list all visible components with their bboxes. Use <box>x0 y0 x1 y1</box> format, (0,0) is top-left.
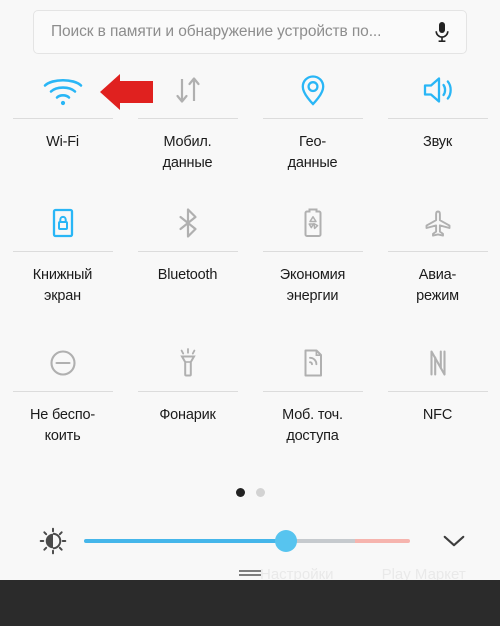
home-label-play-market: Play Маркет <box>381 566 466 580</box>
search-bar[interactable]: Поиск в памяти и обнаружение устройств п… <box>33 10 467 54</box>
drag-handle-bar <box>239 574 261 576</box>
page-indicator <box>0 488 500 497</box>
tile-label: Книжный экран <box>32 267 93 304</box>
tile-sound[interactable]: Звук <box>375 62 500 195</box>
location-pin-icon[interactable] <box>289 62 337 118</box>
tile-divider <box>12 118 113 119</box>
tile-label: Авиа- режим <box>416 267 459 304</box>
quick-settings-panel: Поиск в памяти и обнаружение устройств п… <box>0 0 500 580</box>
quick-settings-grid: Wi-Fi Мобил. данные Гео- данные Звук Кни… <box>0 62 500 475</box>
tile-divider <box>387 251 488 252</box>
tile-divider <box>262 391 363 392</box>
airplane-mode-icon[interactable] <box>414 195 462 251</box>
tile-do-not-disturb[interactable]: Не беспо- коить <box>0 335 125 475</box>
tile-divider <box>137 118 238 119</box>
tile-label: Wi-Fi <box>46 134 79 150</box>
annotation-arrow-left <box>100 74 153 110</box>
page-dot-1[interactable] <box>235 488 245 497</box>
tile-divider <box>387 391 488 392</box>
tile-label: Не беспо- коить <box>30 407 95 444</box>
slider-high-range <box>354 539 410 543</box>
tile-battery-saver[interactable]: Экономия энергии <box>250 195 375 335</box>
tile-label: Bluetooth <box>157 267 218 283</box>
nfc-icon[interactable] <box>414 335 462 391</box>
hotspot-icon[interactable] <box>289 335 337 391</box>
auto-brightness-icon[interactable] <box>32 527 74 555</box>
rotation-lock-icon[interactable] <box>39 195 87 251</box>
tile-airplane-mode[interactable]: Авиа- режим <box>375 195 500 335</box>
tile-label: NFC <box>422 407 453 423</box>
slider-thumb[interactable] <box>275 530 298 552</box>
wifi-icon[interactable] <box>39 62 87 118</box>
microphone-icon[interactable] <box>432 20 452 44</box>
tile-divider <box>262 251 363 252</box>
sound-speaker-icon[interactable] <box>414 62 462 118</box>
tile-row: Не беспо- коить Фонарик Моб. точ. доступ… <box>0 335 500 475</box>
bluetooth-icon[interactable] <box>164 195 212 251</box>
panel-drag-handle[interactable] <box>239 570 261 578</box>
tile-location[interactable]: Гео- данные <box>250 62 375 195</box>
do-not-disturb-icon[interactable] <box>39 335 87 391</box>
tile-label: Звук <box>423 134 452 150</box>
tile-row: Книжный экран Bluetooth Экономия энергии… <box>0 195 500 335</box>
system-navigation-bar <box>0 580 500 626</box>
tile-label: Моб. точ. доступа <box>282 407 343 444</box>
tile-label: Мобил. данные <box>162 134 213 171</box>
tile-rotation-lock[interactable]: Книжный экран <box>0 195 125 335</box>
slider-track[interactable] <box>84 539 410 543</box>
home-label-settings: Настройки <box>260 566 334 580</box>
tile-flashlight[interactable]: Фонарик <box>125 335 250 475</box>
flashlight-icon[interactable] <box>164 335 212 391</box>
tile-divider <box>262 118 363 119</box>
tile-row: Wi-Fi Мобил. данные Гео- данные Звук <box>0 62 500 195</box>
slider-fill <box>84 539 287 543</box>
tile-bluetooth[interactable]: Bluetooth <box>125 195 250 335</box>
brightness-slider[interactable] <box>84 530 410 552</box>
tile-divider <box>12 251 113 252</box>
tile-nfc[interactable]: NFC <box>375 335 500 475</box>
tile-label: Экономия энергии <box>279 267 346 304</box>
tile-divider <box>137 251 238 252</box>
page-dot-2[interactable] <box>255 488 265 497</box>
search-box[interactable]: Поиск в памяти и обнаружение устройств п… <box>33 10 467 54</box>
mobile-data-icon[interactable] <box>164 62 212 118</box>
tile-divider <box>12 391 113 392</box>
tile-label: Фонарик <box>159 407 216 423</box>
tile-label: Гео- данные <box>287 134 338 171</box>
battery-saver-icon[interactable] <box>289 195 337 251</box>
drag-handle-bar <box>239 570 261 572</box>
brightness-row <box>0 519 500 563</box>
tile-divider <box>137 391 238 392</box>
search-input[interactable]: Поиск в памяти и обнаружение устройств п… <box>51 23 426 41</box>
chevron-down-icon[interactable] <box>434 531 474 551</box>
tile-divider <box>387 118 488 119</box>
tile-hotspot[interactable]: Моб. точ. доступа <box>250 335 375 475</box>
